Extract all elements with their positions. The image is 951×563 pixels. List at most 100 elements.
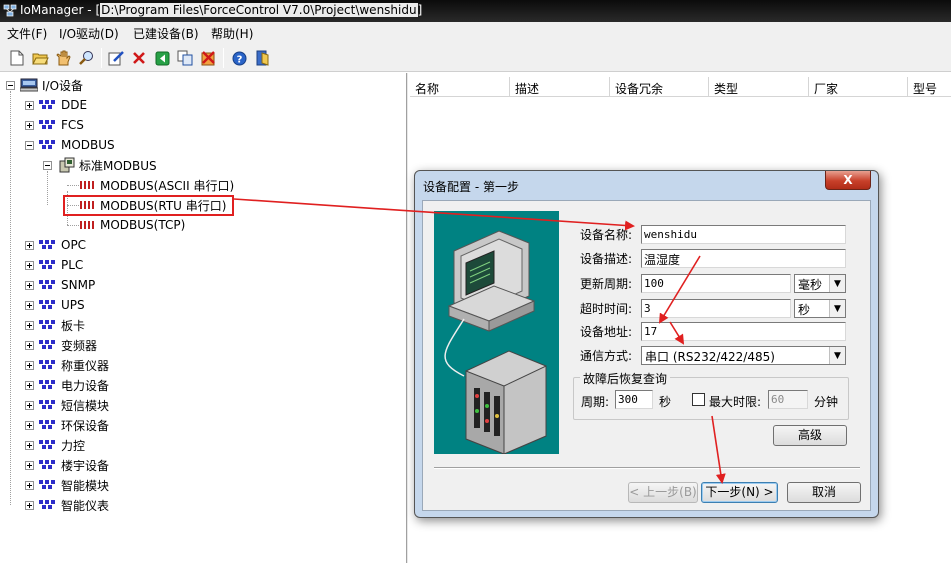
tree-item-opc[interactable]: OPC [39, 236, 86, 254]
tree-expand-opc[interactable] [25, 241, 34, 250]
tree-item-inverter[interactable]: 变频器 [39, 336, 97, 354]
column-vendor[interactable]: 厂家 [809, 77, 908, 97]
column-model[interactable]: 型号 [908, 77, 951, 97]
device-name-label: 设备名称: [580, 228, 633, 242]
device-group-icon [39, 480, 55, 490]
close-button[interactable]: X [825, 171, 871, 190]
tree-expand-building[interactable] [25, 461, 34, 470]
menu-bar: 文件(F) I/O驱动(D) 已建设备(B) 帮助(H) [0, 22, 951, 42]
tree-collapse-std-modbus[interactable] [43, 161, 52, 170]
recovery-group-title: 故障后恢复查询 [580, 370, 671, 387]
tree-expand-plc[interactable] [25, 261, 34, 270]
timeout-unit-select[interactable]: 秒 ▼ [794, 299, 846, 318]
menu-file[interactable]: 文件(F) [7, 25, 47, 42]
update-period-input[interactable]: 100 [641, 274, 791, 293]
tree-item-std-modbus[interactable]: 标准MODBUS [59, 156, 157, 174]
toolbar-separator [101, 48, 102, 68]
device-group-icon [39, 420, 55, 430]
delete-icon[interactable] [130, 49, 148, 67]
tree-expand-weigh[interactable] [25, 361, 34, 370]
tree-item-plc[interactable]: PLC [39, 256, 83, 274]
menu-help[interactable]: 帮助(H) [211, 25, 253, 42]
driver-icon [80, 181, 94, 189]
cancel-button[interactable]: 取消 [787, 482, 861, 503]
tree-expand-force[interactable] [25, 441, 34, 450]
tree-item-power[interactable]: 电力设备 [39, 376, 109, 394]
timeout-label: 超时时间: [580, 302, 633, 316]
driver-icon [80, 221, 94, 229]
max-limit-input[interactable]: 60 [768, 390, 808, 409]
tree-item-dde[interactable]: DDE [39, 96, 87, 114]
list-header: 名称 描述 设备冗余 类型 厂家 型号 [410, 77, 951, 97]
column-type[interactable]: 类型 [709, 77, 809, 97]
new-icon[interactable] [8, 49, 26, 67]
tree-collapse-root[interactable] [6, 81, 15, 90]
tree-item-snmp[interactable]: SNMP [39, 276, 95, 294]
device-name-input[interactable]: wenshidu [641, 225, 846, 244]
device-group-icon [39, 500, 55, 510]
device-group-icon [39, 340, 55, 350]
device-group-icon [39, 120, 55, 130]
tree-expand-fcs[interactable] [25, 121, 34, 130]
tree-item-building[interactable]: 楼宇设备 [39, 456, 109, 474]
column-description[interactable]: 描述 [510, 77, 610, 97]
tree-item-modbus-tcp[interactable]: MODBUS(TCP) [80, 216, 185, 234]
tree-expand-card[interactable] [25, 321, 34, 330]
max-limit-checkbox[interactable] [692, 393, 705, 406]
tree-expand-power[interactable] [25, 381, 34, 390]
column-redundancy[interactable]: 设备冗余 [610, 77, 709, 97]
recovery-groupbox: 故障后恢复查询 周期: 300 秒 最大时限: 60 分钟 [573, 370, 849, 420]
chevron-down-icon: ▼ [829, 347, 845, 364]
tree-item-force[interactable]: 力控 [39, 436, 85, 454]
window-title: IoManager - [D:\Program Files\ForceContr… [20, 3, 423, 17]
device-group-icon [39, 140, 55, 150]
exit-icon[interactable] [254, 49, 272, 67]
tree-expand-sms[interactable] [25, 401, 34, 410]
hand-icon[interactable] [54, 49, 72, 67]
menu-io-driver[interactable]: I/O驱动(D) [59, 25, 119, 42]
edit-icon[interactable] [107, 49, 125, 67]
tree-expand-ups[interactable] [25, 301, 34, 310]
device-address-input[interactable]: 17 [641, 322, 846, 341]
tree-expand-smart-module[interactable] [25, 481, 34, 490]
tree-expand-env[interactable] [25, 421, 34, 430]
svg-text:?: ? [236, 54, 242, 65]
green-arrow-icon[interactable] [153, 49, 171, 67]
tree-root-io-devices[interactable]: I/O设备 [20, 76, 83, 94]
tree-item-sms[interactable]: 短信模块 [39, 396, 109, 414]
tree-item-card[interactable]: 板卡 [39, 316, 85, 334]
tree-item-weigh[interactable]: 称重仪器 [39, 356, 109, 374]
device-group-icon [39, 240, 55, 250]
tree-item-ups[interactable]: UPS [39, 296, 85, 314]
prev-step-button[interactable]: < 上一步(B) [628, 482, 698, 503]
tree-item-fcs[interactable]: FCS [39, 116, 84, 134]
next-step-button[interactable]: 下一步(N) > [701, 482, 778, 503]
comm-mode-select[interactable]: 串口 (RS232/422/485) ▼ [641, 346, 846, 365]
tree-item-smart-module[interactable]: 智能模块 [39, 476, 109, 494]
tree-expand-smart-meter[interactable] [25, 501, 34, 510]
delete-all-icon[interactable] [199, 49, 217, 67]
find-icon[interactable] [77, 49, 95, 67]
pane-splitter[interactable] [406, 73, 409, 563]
help-icon[interactable]: ? [230, 49, 248, 67]
tree-expand-dde[interactable] [25, 101, 34, 110]
device-desc-input[interactable]: 温湿度 [641, 249, 846, 268]
advanced-button[interactable]: 高级 [773, 425, 847, 446]
tree-item-smart-meter[interactable]: 智能仪表 [39, 496, 109, 514]
tree-collapse-modbus[interactable] [25, 141, 34, 150]
tree-item-env[interactable]: 环保设备 [39, 416, 109, 434]
tree-connector [47, 171, 48, 205]
recovery-period-input[interactable]: 300 [615, 390, 653, 409]
period-unit-select[interactable]: 毫秒 ▼ [794, 274, 846, 293]
tree-item-modbus[interactable]: MODBUS [39, 136, 115, 154]
device-illustration [434, 211, 559, 455]
tree-connector [67, 225, 79, 226]
tree-expand-snmp[interactable] [25, 281, 34, 290]
timeout-input[interactable]: 3 [641, 299, 791, 318]
tree-expand-inverter[interactable] [25, 341, 34, 350]
open-icon[interactable] [31, 49, 49, 67]
copy-icon[interactable] [176, 49, 194, 67]
tree-item-modbus-ascii[interactable]: MODBUS(ASCII 串行口) [80, 176, 234, 194]
menu-created-devices[interactable]: 已建设备(B) [133, 25, 199, 42]
column-name[interactable]: 名称 [410, 77, 510, 97]
